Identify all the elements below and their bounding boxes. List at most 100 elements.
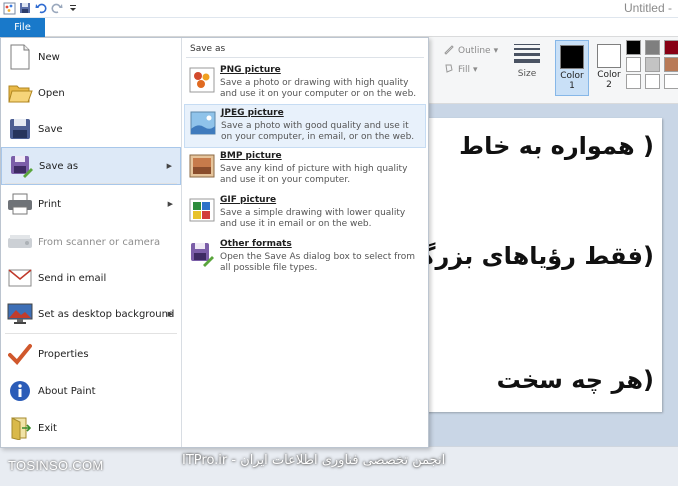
save-as-option-title: PNG picture [220, 65, 281, 75]
gif-picture-icon [189, 197, 215, 223]
customize-qat-icon[interactable] [66, 1, 80, 15]
email-icon [4, 262, 36, 294]
title-bar: Untitled - [0, 0, 678, 18]
palette-swatch[interactable] [664, 40, 678, 55]
color1-button[interactable]: Color 1 [555, 40, 589, 96]
exit-icon [4, 412, 36, 444]
menu-item-properties[interactable]: Properties [1, 335, 181, 373]
size-lines-icon [514, 44, 540, 63]
menu-item-label: Print [38, 198, 62, 210]
palette-swatch[interactable] [645, 74, 660, 89]
palette-swatch[interactable] [645, 40, 660, 55]
open-folder-icon [4, 77, 36, 109]
menu-item-exit[interactable]: Exit [1, 409, 181, 447]
fill-button[interactable]: Fill ▾ [443, 62, 478, 77]
color2-label: Color 2 [597, 70, 621, 90]
menu-item-label: Properties [38, 348, 89, 360]
new-document-icon [4, 41, 36, 73]
quick-access-toolbar [2, 1, 80, 15]
save-as-option-description: Save a photo with good quality and use i… [221, 121, 415, 142]
color2-button[interactable]: Color 2 [592, 40, 626, 96]
menu-item-save-as[interactable]: Save as ▶ [1, 147, 181, 185]
menu-item-open[interactable]: Open [1, 74, 181, 112]
menu-item-label: New [38, 51, 60, 63]
canvas-text-line-1: ( همواره به خاط [459, 132, 654, 160]
save-as-option-jpeg-picture[interactable]: JPEG picture Save a photo with good quali… [184, 104, 426, 148]
save-as-option-bmp-picture[interactable]: BMP picture Save any kind of picture with… [184, 148, 426, 192]
menu-item-label: Save [38, 123, 63, 135]
menu-separator [5, 333, 177, 334]
fill-bucket-icon [443, 62, 455, 77]
desktop-background-icon [4, 298, 36, 330]
menu-item-send-in-email[interactable]: Send in email [1, 259, 181, 297]
menu-item-save[interactable]: Save [1, 110, 181, 148]
save-as-option-description: Open the Save As dialog box to select fr… [220, 252, 416, 273]
save-as-option-title: JPEG picture [221, 108, 284, 118]
save-as-option-description: Save any kind of picture with high quali… [220, 164, 408, 185]
palette-swatch[interactable] [645, 57, 660, 72]
fill-dropdown-icon: ▾ [473, 64, 478, 75]
menu-item-from-scanner-or-camera: From scanner or camera [1, 223, 181, 261]
menu-item-label: About Paint [38, 385, 96, 397]
save-as-option-description: Save a photo or drawing with high qualit… [220, 78, 417, 99]
info-icon [4, 375, 36, 407]
menu-item-label: Set as desktop background [38, 308, 175, 320]
palette-swatch[interactable] [626, 74, 641, 89]
save-as-icon [5, 150, 37, 182]
canvas-text-line-3: (هر چه سخت [496, 366, 654, 394]
submenu-arrow-icon: ▶ [167, 310, 173, 318]
color1-swatch [560, 45, 584, 69]
ribbon-tabstrip: File [0, 18, 678, 37]
color1-label: Color 1 [560, 71, 584, 91]
fill-label: Fill [458, 64, 471, 75]
palette-swatch[interactable] [664, 57, 678, 72]
save-as-option-png-picture[interactable]: PNG picture Save a photo or drawing with … [184, 62, 426, 106]
save-as-option-gif-picture[interactable]: GIF picture Save a simple drawing with lo… [184, 192, 426, 236]
save-as-option-description: Save a simple drawing with lower quality… [220, 208, 406, 229]
menu-item-about-paint[interactable]: About Paint [1, 372, 181, 410]
submenu-arrow-icon: ▶ [167, 200, 173, 208]
save-as-option-title: GIF picture [220, 195, 277, 205]
menu-item-set-as-desktop-background[interactable]: Set as desktop background ▶ [1, 295, 181, 333]
palette-swatch[interactable] [626, 40, 641, 55]
color-palette [626, 40, 678, 89]
menu-item-label: Open [38, 87, 65, 99]
file-tab[interactable]: File [0, 18, 45, 37]
outline-button[interactable]: Outline ▾ [443, 43, 498, 58]
menu-item-label: Send in email [38, 272, 107, 284]
menu-item-print[interactable]: Print ▶ [1, 185, 181, 223]
menu-item-new[interactable]: New [1, 38, 181, 76]
save-as-header: Save as [190, 44, 226, 54]
save-as-header-divider [186, 57, 424, 58]
floppy-disk-icon [4, 113, 36, 145]
undo-icon[interactable] [34, 1, 48, 15]
menu-item-label: From scanner or camera [38, 236, 161, 248]
outline-label: Outline [458, 45, 491, 56]
menu-item-label: Exit [38, 422, 57, 434]
palette-swatch[interactable] [626, 57, 641, 72]
file-menu: New Open Save Save as ▶ Print ▶ From scanner or… [0, 37, 429, 448]
color2-swatch [597, 44, 621, 68]
save-as-option-title: Other formats [220, 239, 292, 249]
size-button[interactable]: Size [507, 44, 547, 102]
palette-swatch[interactable] [664, 74, 678, 89]
redo-icon[interactable] [50, 1, 64, 15]
submenu-arrow-icon: ▶ [166, 162, 172, 170]
bmp-picture-icon [189, 153, 215, 179]
save-quick-icon[interactable] [18, 1, 32, 15]
menu-item-label: Save as [39, 160, 79, 172]
paint-app-icon[interactable] [2, 1, 16, 15]
png-picture-icon [189, 67, 215, 93]
outline-icon [443, 43, 455, 58]
window-title: Untitled - [623, 1, 672, 15]
menu-separator [5, 183, 177, 184]
checkmark-icon [4, 338, 36, 370]
watermark-left: TOSINSO.COM [8, 458, 104, 473]
watermark-middle: انجمن تخصصی فناوری اطلاعات ایران - ITPro… [182, 453, 446, 468]
outline-dropdown-icon: ▾ [493, 45, 499, 56]
jpeg-picture-icon [190, 110, 216, 136]
scanner-icon [4, 226, 36, 258]
save-as-option-other-formats[interactable]: Other formats Open the Save As dialog box… [184, 236, 426, 280]
size-label: Size [517, 69, 537, 79]
printer-icon [4, 188, 36, 220]
